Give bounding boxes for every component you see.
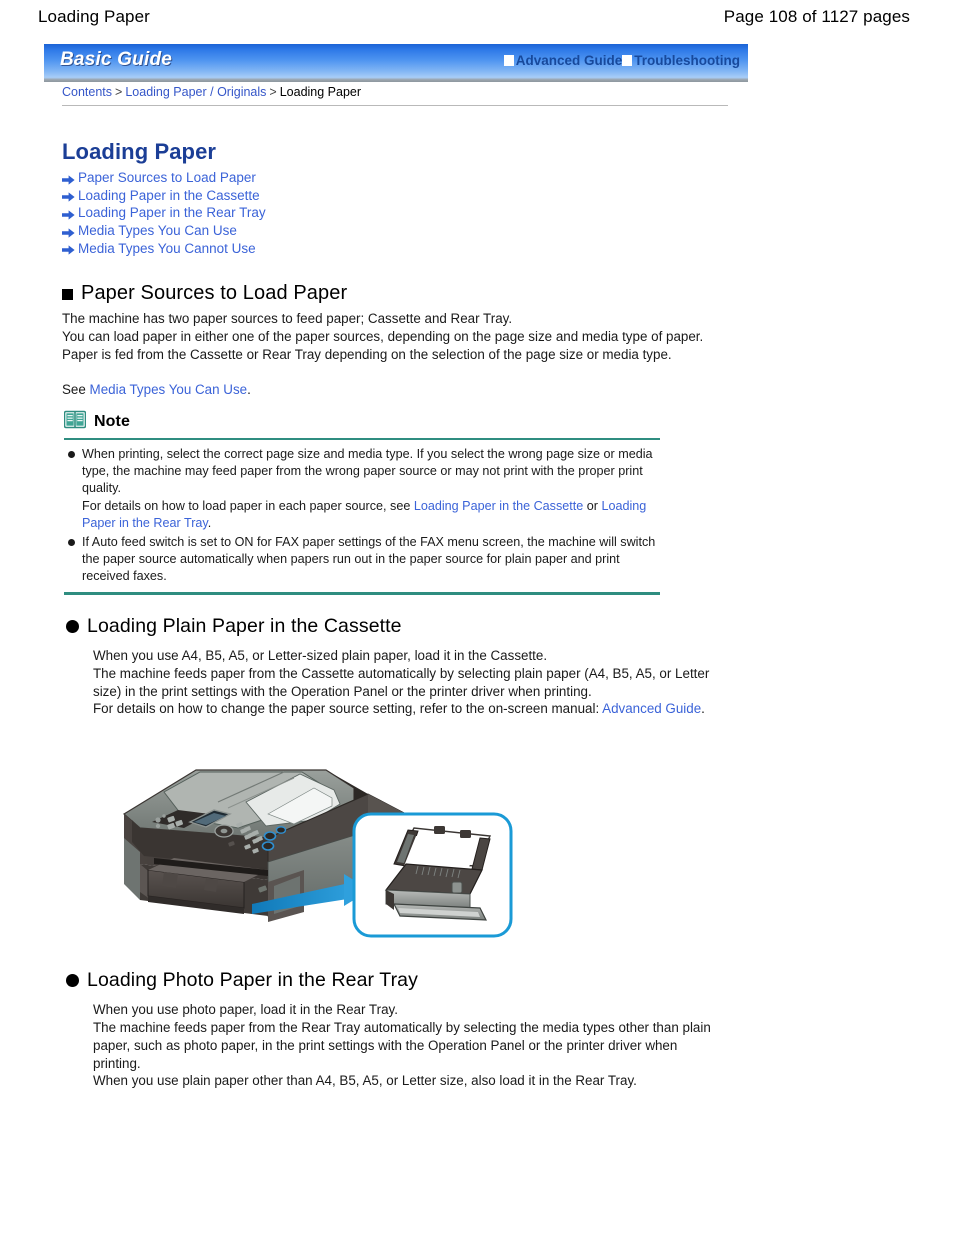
- note-item-body: If Auto feed switch is set to ON for FAX…: [82, 535, 656, 584]
- note-divider-bottom: [64, 591, 660, 595]
- table-of-contents: Paper Sources to Load Paper Loading Pape…: [62, 169, 266, 257]
- paper-sources-see-line: See Media Types You Can Use.: [62, 381, 722, 399]
- white-square-icon: [503, 54, 514, 66]
- toc-item[interactable]: Loading Paper in the Cassette: [62, 187, 266, 205]
- rear-tray-paragraph-2: The machine feeds paper from the Rear Tr…: [93, 1020, 711, 1072]
- note-item-list: When printing, select the correct page s…: [64, 446, 660, 586]
- blue-arrow-icon: [62, 208, 75, 220]
- breadcrumb-item-current: Loading Paper: [279, 85, 362, 99]
- note-item-1-text-4: .: [207, 515, 212, 530]
- toc-item[interactable]: Media Types You Can Use: [62, 222, 266, 240]
- round-bullet-icon: [66, 620, 79, 633]
- rear-tray-paragraph-3: When you use plain paper other than A4, …: [93, 1073, 637, 1088]
- note-bullet-icon: [68, 451, 75, 458]
- blue-arrow-icon: [62, 173, 75, 185]
- cassette-paragraph-2: The machine feeds paper from the Cassett…: [93, 666, 710, 700]
- breadcrumb-item-loading-paper-originals[interactable]: Loading Paper / Originals: [125, 85, 266, 99]
- breadcrumb-item-contents[interactable]: Contents: [62, 85, 112, 99]
- square-bullet-icon: [62, 289, 73, 300]
- basic-guide-logo: Basic Guide: [60, 49, 173, 70]
- paper-sources-paragraph-2: You can load paper in either one of the …: [62, 329, 704, 363]
- paper-sources-paragraph-1: The machine has two paper sources to fee…: [62, 311, 513, 326]
- printer-cassette-illustration: [118, 742, 538, 954]
- note-item-1-text-3: or: [583, 498, 602, 513]
- note-bullet-icon: [68, 539, 75, 547]
- note-item-1-text-1: When printing, select the correct page s…: [82, 447, 653, 496]
- rear-tray-paragraph-1: When you use photo paper, load it in the…: [93, 1002, 398, 1017]
- breadcrumb-divider: [62, 105, 728, 106]
- note-book-icon: [63, 410, 87, 434]
- guide-banner: Basic Guide Advanced Guide Troubleshooti…: [44, 44, 748, 82]
- cassette-para3-suffix: .: [701, 701, 705, 716]
- note-divider-top: [64, 438, 660, 440]
- troubleshooting-link[interactable]: Troubleshooting: [622, 53, 740, 68]
- toc-item[interactable]: Media Types You Cannot Use: [62, 239, 266, 257]
- toc-item[interactable]: Loading Paper in the Rear Tray: [62, 204, 266, 222]
- note-item: If Auto feed switch is set to ON for FAX…: [68, 534, 660, 586]
- cassette-paragraph-3: For details on how to change the paper s…: [93, 700, 718, 718]
- link-loading-paper-cassette[interactable]: Loading Paper in the Cassette: [414, 499, 583, 513]
- note-title: Note: [94, 413, 130, 430]
- toc-link-rear-tray[interactable]: Loading Paper in the Rear Tray: [78, 205, 266, 220]
- section-heading-paper-sources: Paper Sources to Load Paper: [62, 282, 347, 305]
- see-suffix: .: [247, 382, 251, 397]
- breadcrumb: Contents > Loading Paper / Originals > Loadi…: [62, 85, 361, 99]
- troubleshooting-label: Troubleshooting: [634, 52, 740, 68]
- note-box: Note When printing, select the correct p…: [63, 410, 660, 595]
- see-prefix: See: [62, 382, 90, 397]
- blue-arrow-icon: [62, 226, 75, 238]
- note-header: Note: [63, 410, 660, 434]
- blue-arrow-icon: [62, 190, 75, 202]
- toc-link-media-can-use[interactable]: Media Types You Can Use: [78, 223, 237, 238]
- page-header: Loading Paper Page 108 of 1127 pages: [0, 0, 954, 34]
- section-heading-label: Loading Plain Paper in the Cassette: [87, 615, 402, 637]
- breadcrumb-separator: >: [269, 85, 277, 99]
- toc-link-cassette[interactable]: Loading Paper in the Cassette: [78, 188, 260, 203]
- cassette-para3-prefix: For details on how to change the paper s…: [93, 701, 603, 716]
- section-heading-label: Loading Photo Paper in the Rear Tray: [87, 969, 418, 991]
- white-square-icon: [622, 54, 633, 66]
- advanced-guide-link[interactable]: Advanced Guide: [503, 52, 623, 68]
- document-title: Loading Paper: [62, 139, 217, 164]
- blue-arrow-icon: [62, 243, 75, 255]
- note-item-1-text-2: For details on how to load paper in each…: [82, 498, 414, 513]
- toc-link-media-cannot-use[interactable]: Media Types You Cannot Use: [78, 241, 256, 256]
- section-heading-label: Paper Sources to Load Paper: [81, 282, 348, 304]
- section-heading-rear-tray: Loading Photo Paper in the Rear Tray: [66, 969, 418, 992]
- page-title: Loading Paper: [38, 7, 150, 26]
- banner-link-group: Advanced Guide Troubleshooting: [503, 52, 740, 68]
- section-heading-cassette: Loading Plain Paper in the Cassette: [66, 615, 402, 638]
- link-advanced-guide[interactable]: Advanced Guide: [602, 701, 701, 716]
- note-item-body: When printing, select the correct page s…: [82, 446, 660, 532]
- advanced-guide-label: Advanced Guide: [515, 52, 623, 68]
- link-media-types-you-can-use[interactable]: Media Types You Can Use: [90, 382, 248, 397]
- round-bullet-icon: [66, 974, 79, 987]
- page-number-indicator: Page 108 of 1127 pages: [723, 7, 910, 26]
- toc-item[interactable]: Paper Sources to Load Paper: [62, 169, 266, 187]
- note-item: When printing, select the correct page s…: [68, 446, 660, 532]
- toc-link-paper-sources[interactable]: Paper Sources to Load Paper: [78, 170, 256, 185]
- cassette-paragraph-1: When you use A4, B5, A5, or Letter-sized…: [93, 648, 548, 663]
- breadcrumb-separator: >: [115, 85, 123, 99]
